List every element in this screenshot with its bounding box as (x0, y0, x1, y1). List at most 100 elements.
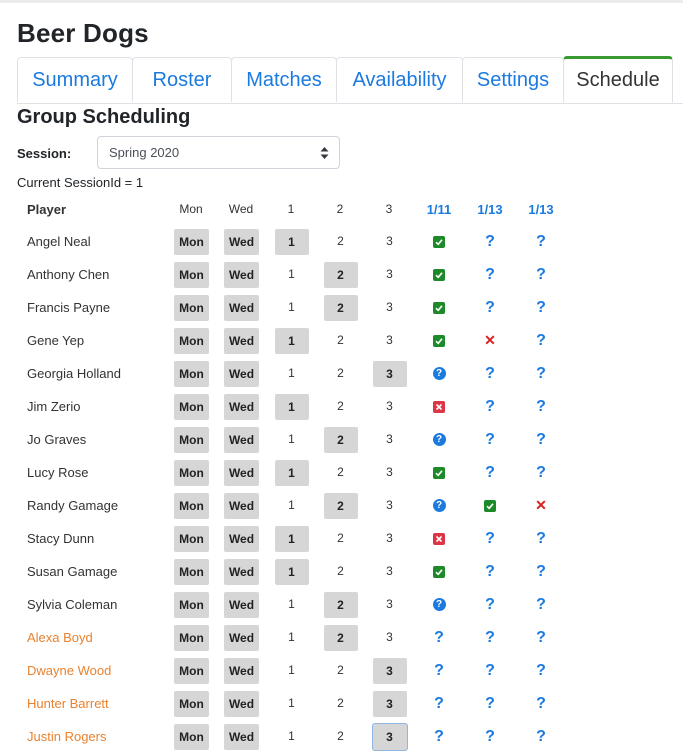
unknown-icon[interactable]: ? (485, 720, 495, 753)
unknown-icon[interactable]: ? (536, 291, 546, 324)
yes-icon[interactable] (433, 268, 445, 281)
slot-2-option[interactable]: 2 (337, 399, 344, 413)
yes-icon[interactable] (433, 235, 445, 248)
unknown-icon[interactable]: ? (434, 687, 444, 720)
mon-button[interactable]: Mon (174, 690, 209, 717)
slot-1-option[interactable]: 1 (288, 498, 295, 512)
slot-1-option[interactable]: 1 (288, 597, 295, 611)
slot-1-option[interactable]: 1 (288, 696, 295, 710)
unknown-icon[interactable]: ? (485, 390, 495, 423)
no-icon[interactable] (433, 532, 445, 545)
slot-2-option[interactable]: 2 (337, 465, 344, 479)
slot-2-option[interactable]: 2 (337, 333, 344, 347)
unknown-icon[interactable]: ? (536, 225, 546, 258)
slot-3-selected-button[interactable]: 3 (372, 360, 407, 387)
unknown-icon[interactable]: ? (485, 654, 495, 687)
tab-matches[interactable]: Matches (231, 57, 337, 102)
slot-3-option[interactable]: 3 (386, 267, 393, 281)
wed-button[interactable]: Wed (224, 591, 259, 618)
unknown-icon[interactable]: ? (485, 357, 495, 390)
unknown-icon[interactable]: ? (536, 720, 546, 753)
wed-button[interactable]: Wed (224, 228, 259, 255)
unknown-icon[interactable]: ? (485, 555, 495, 588)
x-icon[interactable]: ✕ (484, 324, 496, 357)
slot-3-option[interactable]: 3 (386, 234, 393, 248)
yes-icon[interactable] (433, 565, 445, 578)
mon-button[interactable]: Mon (174, 393, 209, 420)
tab-summary[interactable]: Summary (17, 57, 133, 102)
slot-1-selected-button[interactable]: 1 (274, 525, 309, 552)
slot-2-option[interactable]: 2 (337, 729, 344, 743)
unknown-icon[interactable]: ? (485, 291, 495, 324)
slot-3-option[interactable]: 3 (386, 432, 393, 446)
slot-2-option[interactable]: 2 (337, 564, 344, 578)
header-date-1[interactable]: 1/11 (419, 202, 459, 217)
mon-button[interactable]: Mon (174, 492, 209, 519)
wed-button[interactable]: Wed (224, 525, 259, 552)
mon-button[interactable]: Mon (174, 723, 209, 750)
wed-button[interactable]: Wed (224, 294, 259, 321)
unknown-icon[interactable]: ? (536, 522, 546, 555)
unknown-icon[interactable]: ? (485, 456, 495, 489)
yes-icon[interactable] (433, 301, 445, 314)
yes-icon[interactable] (484, 499, 496, 512)
slot-3-option[interactable]: 3 (386, 465, 393, 479)
slot-3-option[interactable]: 3 (386, 399, 393, 413)
unknown-icon[interactable]: ? (536, 456, 546, 489)
x-icon[interactable]: ✕ (535, 489, 547, 522)
slot-2-option[interactable]: 2 (337, 234, 344, 248)
unknown-icon[interactable]: ? (485, 258, 495, 291)
slot-1-selected-button[interactable]: 1 (274, 459, 309, 486)
unknown-icon[interactable]: ? (485, 588, 495, 621)
maybe-icon[interactable]: ? (432, 433, 446, 447)
slot-1-option[interactable]: 1 (288, 300, 295, 314)
slot-2-selected-button[interactable]: 2 (323, 492, 358, 519)
unknown-icon[interactable]: ? (536, 555, 546, 588)
mon-button[interactable]: Mon (174, 657, 209, 684)
unknown-icon[interactable]: ? (536, 258, 546, 291)
slot-1-option[interactable]: 1 (288, 729, 295, 743)
slot-1-selected-button[interactable]: 1 (274, 393, 309, 420)
maybe-icon[interactable]: ? (432, 367, 446, 381)
wed-button[interactable]: Wed (224, 459, 259, 486)
mon-button[interactable]: Mon (174, 459, 209, 486)
slot-2-option[interactable]: 2 (337, 366, 344, 380)
unknown-icon[interactable]: ? (536, 423, 546, 456)
slot-3-option[interactable]: 3 (386, 498, 393, 512)
mon-button[interactable]: Mon (174, 558, 209, 585)
mon-button[interactable]: Mon (174, 426, 209, 453)
unknown-icon[interactable]: ? (536, 390, 546, 423)
unknown-icon[interactable]: ? (485, 621, 495, 654)
unknown-icon[interactable]: ? (536, 357, 546, 390)
unknown-icon[interactable]: ? (536, 588, 546, 621)
slot-2-selected-button[interactable]: 2 (323, 591, 358, 618)
wed-button[interactable]: Wed (224, 657, 259, 684)
slot-3-option[interactable]: 3 (386, 333, 393, 347)
tab-settings[interactable]: Settings (462, 57, 564, 102)
slot-1-selected-button[interactable]: 1 (274, 558, 309, 585)
slot-1-option[interactable]: 1 (288, 630, 295, 644)
mon-button[interactable]: Mon (174, 327, 209, 354)
wed-button[interactable]: Wed (224, 723, 259, 750)
slot-3-option[interactable]: 3 (386, 630, 393, 644)
wed-button[interactable]: Wed (224, 426, 259, 453)
slot-1-option[interactable]: 1 (288, 432, 295, 446)
slot-1-selected-button[interactable]: 1 (274, 228, 309, 255)
unknown-icon[interactable]: ? (485, 522, 495, 555)
slot-3-option[interactable]: 3 (386, 300, 393, 314)
unknown-icon[interactable]: ? (485, 687, 495, 720)
slot-1-option[interactable]: 1 (288, 267, 295, 281)
wed-button[interactable]: Wed (224, 327, 259, 354)
wed-button[interactable]: Wed (224, 261, 259, 288)
header-date-2[interactable]: 1/13 (470, 202, 510, 217)
mon-button[interactable]: Mon (174, 525, 209, 552)
slot-3-option[interactable]: 3 (386, 564, 393, 578)
slot-1-option[interactable]: 1 (288, 663, 295, 677)
slot-2-selected-button[interactable]: 2 (323, 294, 358, 321)
wed-button[interactable]: Wed (224, 624, 259, 651)
slot-2-option[interactable]: 2 (337, 696, 344, 710)
unknown-icon[interactable]: ? (536, 654, 546, 687)
unknown-icon[interactable]: ? (536, 621, 546, 654)
header-date-3[interactable]: 1/13 (521, 202, 561, 217)
unknown-icon[interactable]: ? (536, 687, 546, 720)
